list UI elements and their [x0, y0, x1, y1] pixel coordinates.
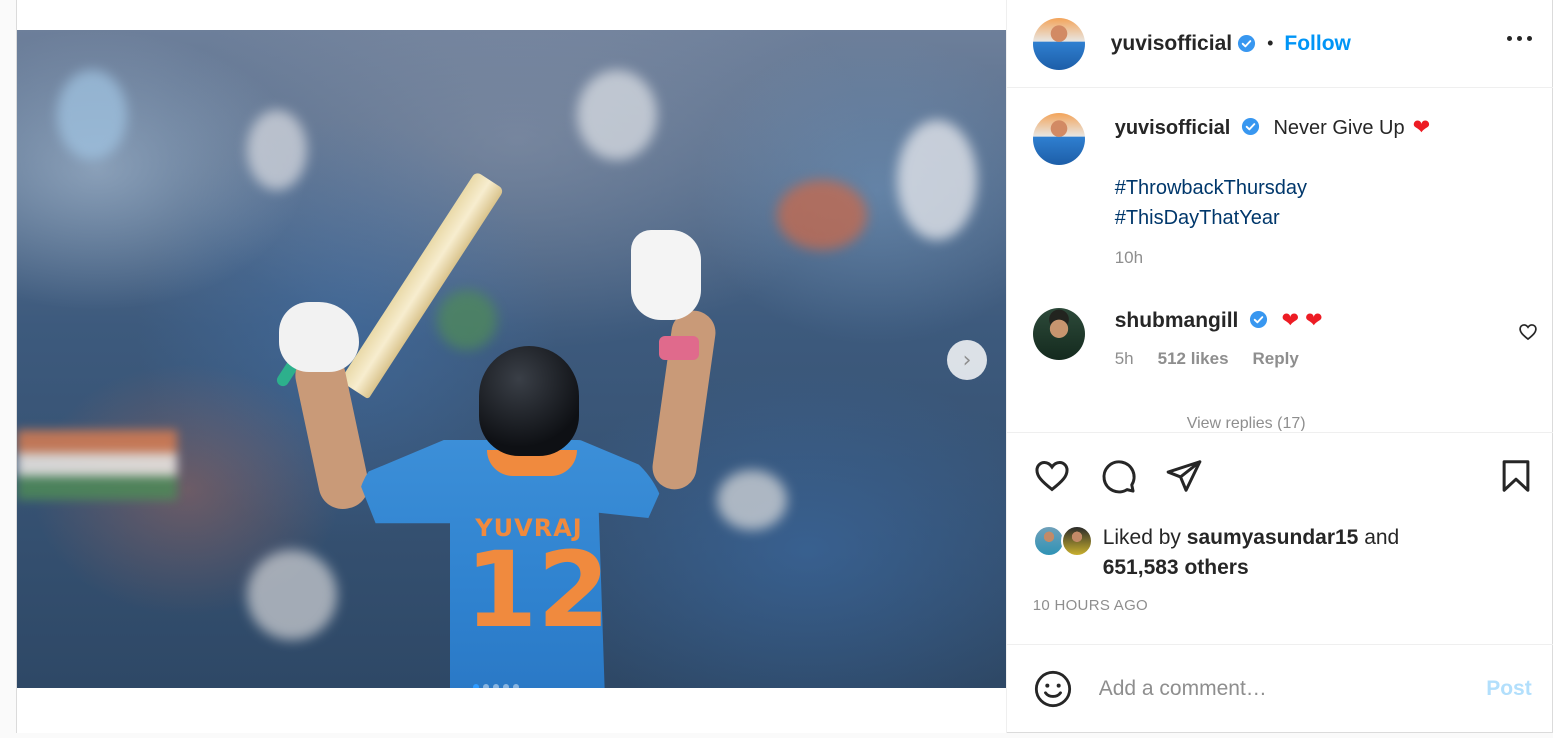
- caption-row: yuvisofficial Never Give Up ❤ #ThrowbackT…: [1032, 113, 1515, 273]
- caption-username[interactable]: yuvisofficial: [1115, 117, 1231, 139]
- comment-like-heart-icon[interactable]: [1518, 322, 1538, 342]
- hashtag-link[interactable]: #ThisDayThatYear: [1115, 203, 1515, 233]
- comment-username[interactable]: shubmangill: [1115, 309, 1239, 332]
- liker-avatars: [1032, 523, 1095, 557]
- liked-by-user[interactable]: saumyasundar15: [1187, 526, 1359, 549]
- carousel-dots: [473, 684, 519, 688]
- comment-time[interactable]: 5h: [1115, 349, 1134, 369]
- view-replies-button[interactable]: View replies (17): [1187, 415, 1306, 431]
- post-comment-button[interactable]: Post: [1486, 677, 1532, 701]
- comment-icon[interactable]: [1099, 457, 1137, 495]
- liked-by-others[interactable]: 651,583 others: [1103, 556, 1249, 579]
- header-username[interactable]: yuvisofficial: [1111, 32, 1232, 56]
- crowd-blur: [717, 470, 787, 530]
- comment-text: ❤ ❤: [1281, 309, 1323, 332]
- wrist-band: [659, 336, 699, 360]
- comments-section: yuvisofficial Never Give Up ❤ #ThrowbackT…: [1007, 89, 1553, 431]
- crowd-blur: [897, 120, 977, 240]
- flag-blur: [17, 430, 177, 500]
- separator-dot: •: [1267, 33, 1274, 53]
- crowd-blur: [777, 180, 867, 250]
- follow-button[interactable]: Follow: [1284, 32, 1351, 56]
- carousel-dot: [513, 684, 519, 688]
- comment-likes[interactable]: 512 likes: [1158, 349, 1229, 369]
- verified-badge-icon: [1249, 310, 1268, 329]
- action-bar: Liked by saumyasundar15 and 651,583 othe…: [1006, 432, 1553, 614]
- comment-meta: 5h 512 likes Reply: [1115, 349, 1323, 369]
- avatar[interactable]: [1032, 113, 1085, 165]
- reply-button[interactable]: Reply: [1253, 349, 1299, 369]
- cricket-bat: [339, 171, 505, 400]
- bookmark-icon[interactable]: [1497, 457, 1535, 495]
- liked-by-and: and: [1364, 526, 1400, 549]
- comment-input[interactable]: [1098, 677, 1459, 701]
- batting-glove: [279, 302, 359, 372]
- caption-time[interactable]: 10h: [1115, 243, 1515, 273]
- heart-icon[interactable]: [1033, 457, 1071, 495]
- more-options-icon[interactable]: [1506, 36, 1532, 41]
- post-header: yuvisofficial • Follow: [1006, 0, 1553, 88]
- crowd-blur: [247, 110, 307, 190]
- comment-row: shubmangill ❤ ❤ 5h 512 likes Reply: [1032, 308, 1538, 369]
- carousel-dot: [473, 684, 479, 688]
- post-media: YUVRAJ 12 ›: [17, 0, 1007, 733]
- verified-badge-icon: [1241, 117, 1259, 136]
- likes-text: Liked by saumyasundar15 and 651,583 othe…: [1103, 523, 1400, 583]
- avatar[interactable]: [1032, 17, 1085, 70]
- player-helmet: [479, 346, 579, 456]
- action-icons: [1033, 457, 1203, 495]
- post-photo[interactable]: YUVRAJ 12: [17, 30, 1007, 688]
- post-side-panel: yuvisofficial • Follow yuvisofficial Nev…: [1005, 0, 1553, 733]
- share-icon[interactable]: [1165, 457, 1203, 495]
- crowd-blur: [577, 70, 657, 160]
- hashtag-link[interactable]: #ThrowbackThursday: [1115, 173, 1515, 203]
- liked-by-prefix: Liked by: [1102, 526, 1181, 549]
- post-timestamp[interactable]: 10 HOURS AGO: [1033, 597, 1148, 614]
- crowd-blur: [247, 550, 337, 640]
- avatar[interactable]: [1032, 525, 1065, 557]
- crowd-blur: [57, 70, 127, 160]
- emoji-icon[interactable]: [1033, 669, 1073, 709]
- caption-body: Never Give Up: [1273, 117, 1405, 139]
- verified-badge-icon: [1238, 34, 1256, 53]
- comment-body: shubmangill ❤ ❤ 5h 512 likes Reply: [1115, 308, 1323, 369]
- likes-summary: Liked by saumyasundar15 and 651,583 othe…: [1032, 523, 1400, 583]
- red-heart-emoji: ❤: [1412, 116, 1431, 139]
- batting-glove: [631, 230, 701, 320]
- crowd-blur: [437, 290, 497, 350]
- carousel-dot: [503, 684, 509, 688]
- carousel-dot: [483, 684, 489, 688]
- next-slide-button[interactable]: ›: [947, 340, 987, 380]
- jersey-number: 12: [465, 529, 610, 651]
- comment-composer: Post: [1006, 644, 1553, 733]
- avatar[interactable]: [1060, 525, 1093, 557]
- caption-text: yuvisofficial Never Give Up ❤ #ThrowbackT…: [1115, 113, 1515, 273]
- chevron-right-icon: ›: [962, 347, 972, 373]
- instagram-post: YUVRAJ 12 › yuvisofficial • Follow yuvis…: [16, 0, 1553, 733]
- avatar[interactable]: [1032, 308, 1085, 360]
- carousel-dot: [493, 684, 499, 688]
